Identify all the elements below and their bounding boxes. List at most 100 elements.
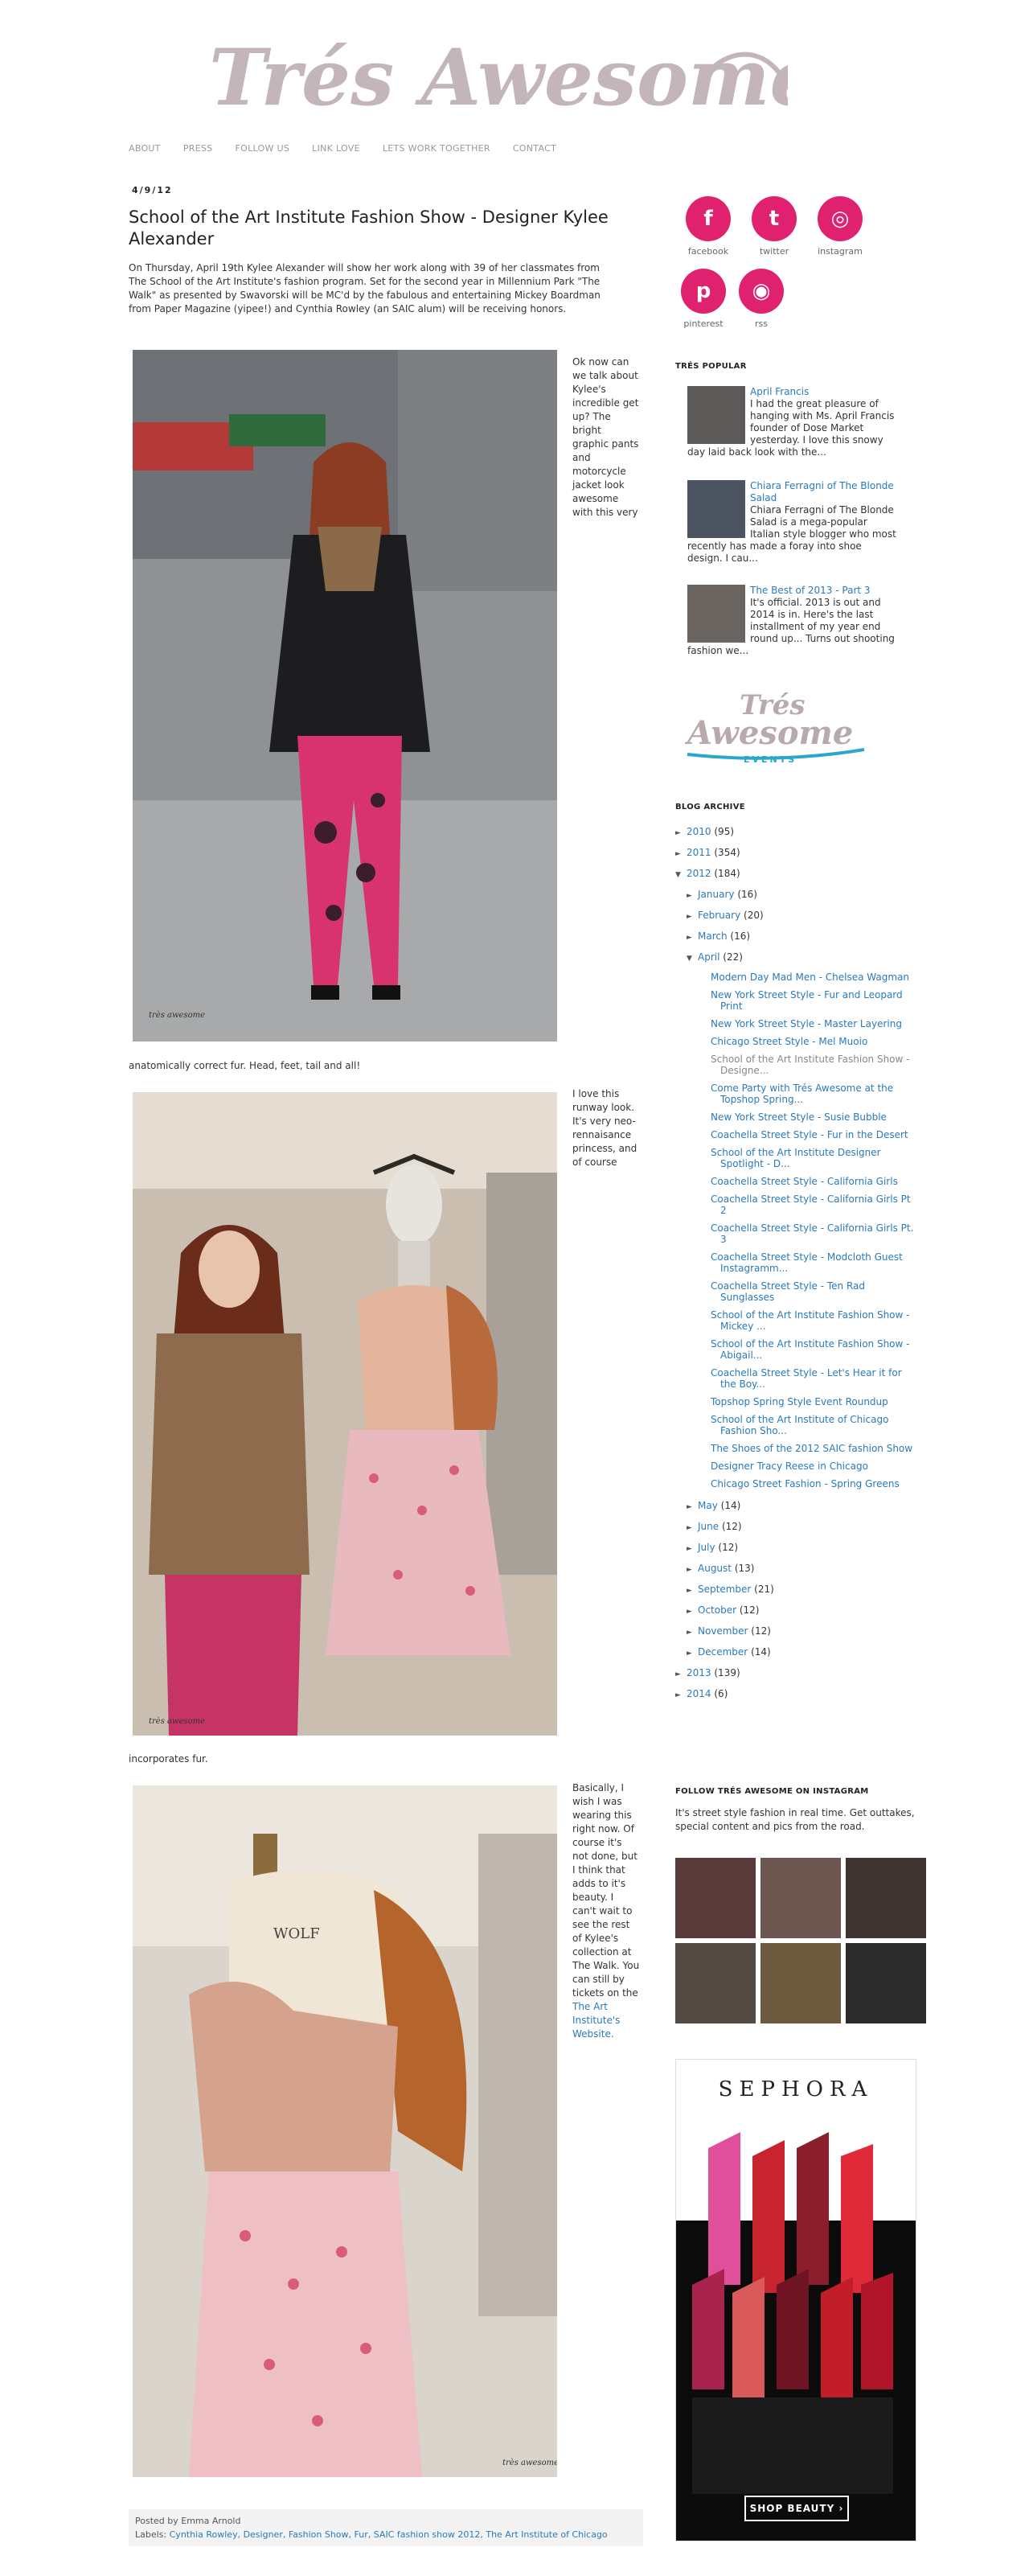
archive-post[interactable]: School of the Art Institute Designer Spo… [696, 1147, 916, 1169]
social-pinterest[interactable]: p pinterest [677, 269, 730, 329]
instagram-photo[interactable] [760, 1858, 841, 1938]
social-rss[interactable]: ◉ rss [735, 269, 788, 329]
arrow-right-icon[interactable]: ► [687, 907, 698, 926]
instagram-text: It's street style fashion in real time. … [675, 1807, 915, 1832]
instagram-photo[interactable] [675, 1858, 756, 1938]
popular-thumb-1[interactable] [687, 386, 745, 444]
nav-lets-work-together[interactable]: LETS WORK TOGETHER [383, 143, 490, 154]
archive-post[interactable]: The Shoes of the 2012 SAIC fashion Show [696, 1443, 916, 1454]
post-photo-3[interactable]: WOLF très awesome [133, 1785, 557, 2477]
archive-post[interactable]: Coachella Street Style - California Girl… [696, 1194, 916, 1216]
archive-post[interactable]: Come Party with Trés Awesome at the Tops… [696, 1083, 916, 1105]
archive-month-december[interactable]: ► December (14) [687, 1642, 916, 1663]
shop-beauty-button[interactable]: SHOP BEAUTY › [744, 2496, 849, 2521]
logo-text: Trés Awesome [209, 32, 788, 123]
arrow-right-icon[interactable]: ► [675, 844, 687, 864]
instagram-photo[interactable] [675, 1943, 756, 2023]
nav-link-love[interactable]: LINK LOVE [312, 143, 360, 154]
art-institute-link[interactable]: The Art Institute's Website. [572, 2001, 620, 2040]
labels-links[interactable]: Cynthia Rowley, Designer, Fashion Show, … [170, 2529, 608, 2540]
archive-post[interactable]: Modern Day Mad Men - Chelsea Wagman [696, 972, 916, 983]
archive-post[interactable]: Coachella Street Style - Fur in the Dese… [696, 1129, 916, 1140]
post-photo-1[interactable]: très awesome [133, 350, 557, 1041]
social-instagram-label: instagram [818, 246, 863, 257]
social-facebook[interactable]: f facebook [682, 196, 735, 257]
social-instagram[interactable]: ◎ instagram [814, 196, 867, 257]
archive-post[interactable]: Coachella Street Style - California Girl… [696, 1176, 916, 1187]
archive-post[interactable]: Coachella Street Style - California Girl… [696, 1222, 916, 1245]
nav-press[interactable]: PRESS [183, 143, 213, 154]
archive-year-2010[interactable]: ► 2010 (95) [675, 822, 916, 843]
arrow-right-icon[interactable]: ► [687, 928, 698, 947]
instagram-photo[interactable] [760, 1943, 841, 2023]
labels-prefix: Labels: [135, 2529, 167, 2540]
archive-month-october[interactable]: ► October (12) [687, 1600, 916, 1621]
archive-post[interactable]: New York Street Style - Fur and Leopard … [696, 989, 916, 1012]
archive-month-february[interactable]: ► February (20) [687, 906, 916, 926]
arrow-down-icon[interactable]: ▼ [675, 865, 687, 885]
popular-thumb-3[interactable] [687, 585, 745, 643]
popular-item-1[interactable]: April Francis I had the great pleasure o… [687, 386, 896, 458]
archive-month-september[interactable]: ► September (21) [687, 1580, 916, 1600]
events-logo[interactable]: Trés Awesome EVENTS [679, 684, 872, 772]
archive-post[interactable]: New York Street Style - Susie Bubble [696, 1111, 916, 1123]
archive-post[interactable]: School of the Art Institute Fashion Show… [696, 1309, 916, 1332]
instagram-photo[interactable] [846, 1943, 926, 2023]
archive-year-2013[interactable]: ► 2013 (139) [675, 1663, 916, 1684]
popular-item-2[interactable]: Chiara Ferragni of The Blonde Salad Chia… [687, 480, 896, 565]
archive-post[interactable]: Chicago Street Fashion - Spring Greens [696, 1478, 916, 1489]
archive-month-november[interactable]: ► November (12) [687, 1621, 916, 1642]
archive-month-june[interactable]: ► June (12) [687, 1517, 916, 1538]
arrow-right-icon[interactable]: ► [675, 824, 687, 843]
post-photo-2[interactable]: très awesome [133, 1092, 557, 1736]
social-rss-label: rss [755, 318, 768, 329]
sephora-brand: SEPHORA [718, 2077, 874, 2101]
arrow-right-icon[interactable]: ► [675, 1686, 687, 1705]
popular-item-3[interactable]: The Best of 2013 - Part 3 It's official.… [687, 585, 896, 657]
arrow-right-icon[interactable]: ► [687, 1623, 698, 1642]
nav-about[interactable]: ABOUT [129, 143, 161, 154]
archive-post[interactable]: Coachella Street Style - Ten Rad Sunglas… [696, 1280, 916, 1303]
archive-month-july[interactable]: ► July (12) [687, 1538, 916, 1559]
arrow-right-icon[interactable]: ► [687, 1560, 698, 1580]
archive-year-2012[interactable]: ▼ 2012 (184) [675, 864, 916, 885]
site-logo[interactable]: Trés Awesome [193, 24, 788, 129]
arrow-down-icon[interactable]: ▼ [687, 949, 698, 968]
arrow-right-icon[interactable]: ► [687, 1498, 698, 1517]
archive-post[interactable]: New York Street Style - Master Layering [696, 1018, 916, 1029]
archive-post-current[interactable]: School of the Art Institute Fashion Show… [696, 1054, 916, 1076]
post: 4/9/12 School of the Art Institute Fashi… [129, 185, 643, 316]
instagram-photo[interactable] [846, 1858, 926, 1938]
archive-month-april[interactable]: ▼ April (22) [687, 947, 916, 968]
arrow-right-icon[interactable]: ► [687, 886, 698, 906]
archive-post[interactable]: School of the Art Institute of Chicago F… [696, 1414, 916, 1436]
archive-post[interactable]: Coachella Street Style - Let's Hear it f… [696, 1367, 916, 1390]
social-twitter[interactable]: t twitter [748, 196, 801, 257]
popular-thumb-2[interactable] [687, 480, 745, 538]
arrow-right-icon[interactable]: ► [675, 1665, 687, 1684]
arrow-right-icon[interactable]: ► [687, 1539, 698, 1559]
caption-3-text: Basically, I wish I was wearing this rig… [572, 1782, 640, 1999]
archive-post[interactable]: School of the Art Institute Fashion Show… [696, 1338, 916, 1361]
archive-month-august[interactable]: ► August (13) [687, 1559, 916, 1580]
sephora-ad[interactable]: SEPHORA SHOP BEAUTY › [675, 2059, 916, 2541]
archive-post[interactable]: Topshop Spring Style Event Roundup [696, 1396, 916, 1407]
archive-year-2014[interactable]: ► 2014 (6) [675, 1684, 916, 1705]
post-title[interactable]: School of the Art Institute Fashion Show… [129, 207, 643, 250]
archive-post[interactable]: Coachella Street Style - Modcloth Guest … [696, 1251, 916, 1274]
popular-title: TRÉS POPULAR [675, 362, 747, 371]
archive-month-may[interactable]: ► May (14) [687, 1496, 916, 1517]
archive-year-2011[interactable]: ► 2011 (354) [675, 843, 916, 864]
arrow-right-icon[interactable]: ► [687, 1602, 698, 1621]
nav-contact[interactable]: CONTACT [513, 143, 556, 154]
arrow-right-icon[interactable]: ► [687, 1581, 698, 1600]
archive-post[interactable]: Designer Tracy Reese in Chicago [696, 1461, 916, 1472]
arrow-right-icon[interactable]: ► [687, 1644, 698, 1663]
archive-post[interactable]: Chicago Street Style - Mel Muoio [696, 1036, 916, 1047]
archive-month-january[interactable]: ► January (16) [687, 885, 916, 906]
archive-month-march[interactable]: ► March (16) [687, 926, 916, 947]
nav-follow-us[interactable]: FOLLOW US [236, 143, 290, 154]
social-facebook-label: facebook [687, 246, 729, 257]
arrow-right-icon[interactable]: ► [687, 1518, 698, 1538]
post-text-1: anatomically correct fur. Head, feet, ta… [129, 1060, 361, 1071]
